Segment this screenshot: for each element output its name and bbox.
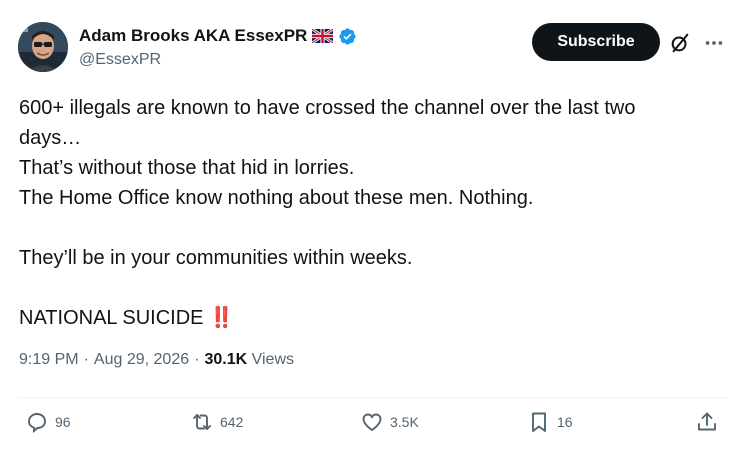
avatar[interactable]	[18, 22, 68, 72]
share-button[interactable]	[695, 410, 719, 434]
reply-button[interactable]: 96	[25, 410, 71, 434]
like-count: 3.5K	[390, 414, 419, 430]
tweet-text: 600+ illegals are known to have crossed …	[19, 93, 719, 333]
bookmark-count: 16	[557, 414, 573, 430]
tweet-header: Adam Brooks AKA EssexPR @EssexPR Subscri…	[18, 22, 728, 74]
repost-count: 642	[220, 414, 244, 430]
verified-badge-icon[interactable]	[338, 27, 357, 46]
subscribe-button[interactable]: Subscribe	[532, 23, 660, 61]
share-icon	[698, 412, 716, 431]
tweet-time[interactable]: 9:19 PM	[19, 351, 79, 369]
more-dots-icon[interactable]	[703, 32, 725, 54]
repost-icon	[193, 414, 211, 430]
repost-button[interactable]: 642	[190, 410, 243, 434]
like-button[interactable]: 3.5K	[360, 410, 419, 434]
meta-separator-2: ·	[194, 351, 200, 368]
reply-count: 96	[55, 414, 71, 430]
author-names: Adam Brooks AKA EssexPR @EssexPR	[79, 25, 357, 69]
action-bar: 96 642 3.5K 16	[0, 410, 746, 444]
author-handle[interactable]: @EssexPR	[79, 51, 357, 69]
grok-icon[interactable]	[669, 32, 691, 54]
reply-icon	[28, 413, 46, 434]
meta-separator: ·	[83, 351, 89, 368]
tweet-date[interactable]: Aug 29, 2026	[94, 351, 189, 369]
views-label: Views	[251, 351, 294, 368]
bookmark-icon	[532, 412, 546, 432]
divider	[18, 397, 728, 398]
heart-icon	[362, 413, 382, 432]
tweet-body: 600+ illegals are known to have crossed …	[19, 97, 636, 329]
views-count: 30.1K	[204, 351, 248, 368]
display-name-row: Adam Brooks AKA EssexPR	[79, 25, 357, 47]
uk-flag-icon	[311, 27, 335, 45]
display-name[interactable]: Adam Brooks AKA EssexPR	[79, 26, 307, 46]
bookmark-button[interactable]: 16	[527, 410, 573, 434]
double-exclamation-emoji: ‼️	[209, 307, 234, 329]
tweet-meta: 9:19 PM · Aug 29, 2026 · 30.1K Views	[19, 351, 294, 369]
